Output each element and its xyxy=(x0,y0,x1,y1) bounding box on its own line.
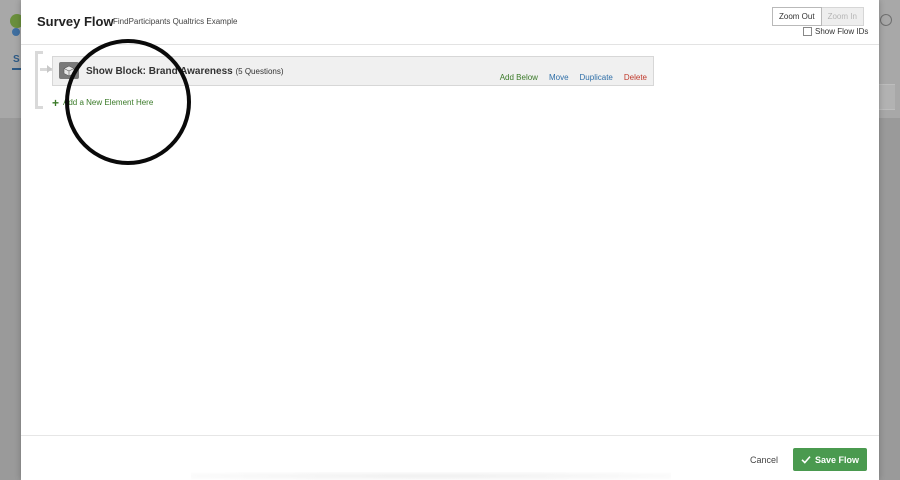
show-flow-ids-checkbox[interactable] xyxy=(803,27,812,36)
logo-accent-icon xyxy=(12,28,20,36)
help-icon xyxy=(880,14,892,26)
add-new-element-label: Add a New Element Here xyxy=(63,98,154,107)
background-tab: S xyxy=(13,54,20,65)
delete-link[interactable]: Delete xyxy=(624,73,647,82)
block-actions: Add Below Move Duplicate Delete xyxy=(500,73,647,82)
footer-shadow xyxy=(191,472,671,480)
block-cube-icon xyxy=(59,62,79,79)
add-below-link[interactable]: Add Below xyxy=(500,73,538,82)
block-title: Show Block: Brand Awareness (5 Questions… xyxy=(86,66,284,77)
block-title-text: Show Block: Brand Awareness xyxy=(86,66,233,77)
add-new-element-link[interactable]: + Add a New Element Here xyxy=(52,95,154,110)
modal-header: Survey Flow FindParticipants Qualtrics E… xyxy=(21,0,879,45)
block-question-count: (5 Questions) xyxy=(235,67,284,76)
duplicate-link[interactable]: Duplicate xyxy=(580,73,613,82)
background-field xyxy=(878,84,895,110)
save-flow-label: Save Flow xyxy=(814,454,859,465)
checkmark-icon xyxy=(801,456,811,464)
flow-block-element[interactable]: Show Block: Brand Awareness (5 Questions… xyxy=(52,56,654,86)
plus-icon: + xyxy=(52,95,60,110)
survey-name: FindParticipants Qualtrics Example xyxy=(113,17,238,26)
show-flow-ids-label: Show Flow IDs xyxy=(815,27,869,36)
save-flow-button[interactable]: Save Flow xyxy=(793,448,867,471)
move-link[interactable]: Move xyxy=(549,73,569,82)
cancel-button[interactable]: Cancel xyxy=(750,455,778,465)
flow-bracket xyxy=(35,51,43,109)
page-title: Survey Flow xyxy=(37,14,114,29)
show-flow-ids-toggle[interactable]: Show Flow IDs xyxy=(803,27,868,36)
survey-flow-modal: Survey Flow FindParticipants Qualtrics E… xyxy=(21,0,879,480)
zoom-out-button[interactable]: Zoom Out xyxy=(772,7,822,26)
zoom-in-button[interactable]: Zoom In xyxy=(821,7,864,26)
zoom-controls: Zoom Out Zoom In xyxy=(772,7,864,26)
